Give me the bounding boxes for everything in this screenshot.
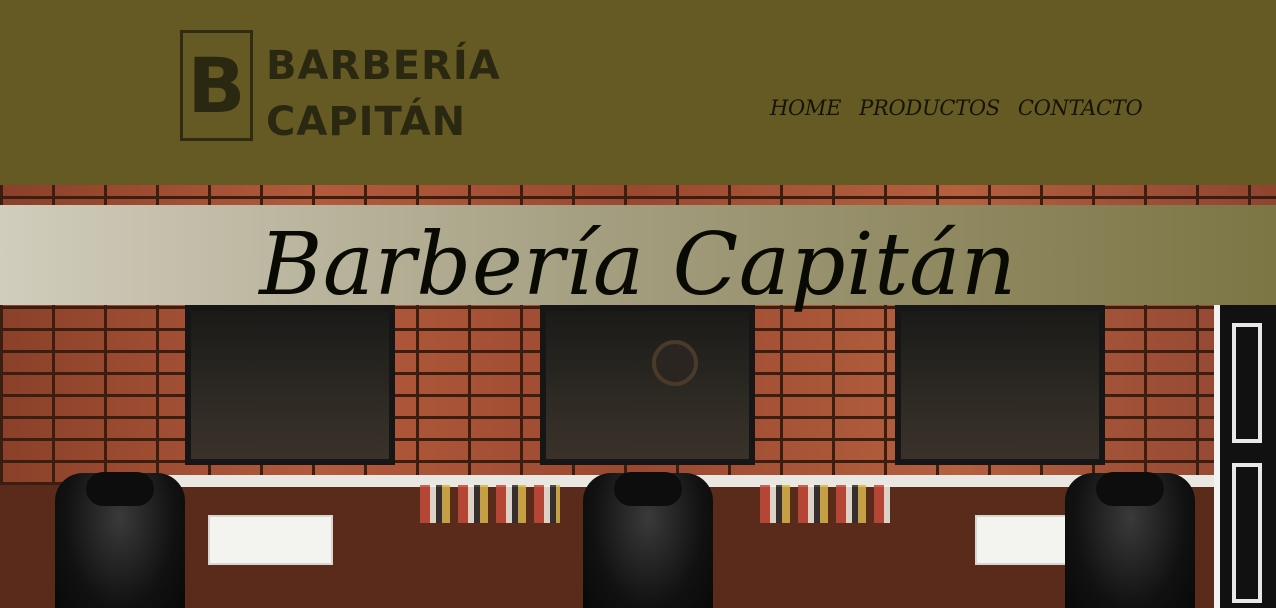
- wall-clock-icon: [652, 340, 698, 386]
- logo-monogram-frame: B: [180, 30, 253, 141]
- door-panel: [1232, 463, 1262, 603]
- barber-chair-headrest: [86, 472, 154, 506]
- nav-home[interactable]: HOME: [770, 92, 841, 124]
- hero-title: Barbería Capitán: [259, 215, 1017, 315]
- nav-contacto[interactable]: CONTACTO: [1018, 92, 1143, 124]
- sink: [208, 515, 333, 565]
- mirror: [540, 305, 755, 465]
- mirror: [185, 305, 395, 465]
- site-logo[interactable]: B BARBERÍA CAPITÁN: [180, 30, 500, 145]
- nav-productos[interactable]: PRODUCTOS: [859, 92, 1000, 124]
- logo-monogram: B: [187, 41, 246, 130]
- logo-wordmark: BARBERÍA CAPITÁN: [266, 38, 501, 150]
- logo-line-1: BARBERÍA: [266, 43, 501, 89]
- mirror: [895, 305, 1105, 465]
- door-panel: [1232, 323, 1262, 443]
- logo-line-2: CAPITÁN: [266, 99, 467, 145]
- barber-chair-headrest: [614, 472, 682, 506]
- product-shelf-items: [760, 485, 890, 523]
- main-nav: HOME PRODUCTOS CONTACTO: [770, 92, 1143, 124]
- product-shelf-items: [420, 485, 560, 523]
- site-header: B BARBERÍA CAPITÁN HOME PRODUCTOS CONTAC…: [0, 0, 1276, 185]
- barber-chair-headrest: [1096, 472, 1164, 506]
- door: [1214, 303, 1276, 608]
